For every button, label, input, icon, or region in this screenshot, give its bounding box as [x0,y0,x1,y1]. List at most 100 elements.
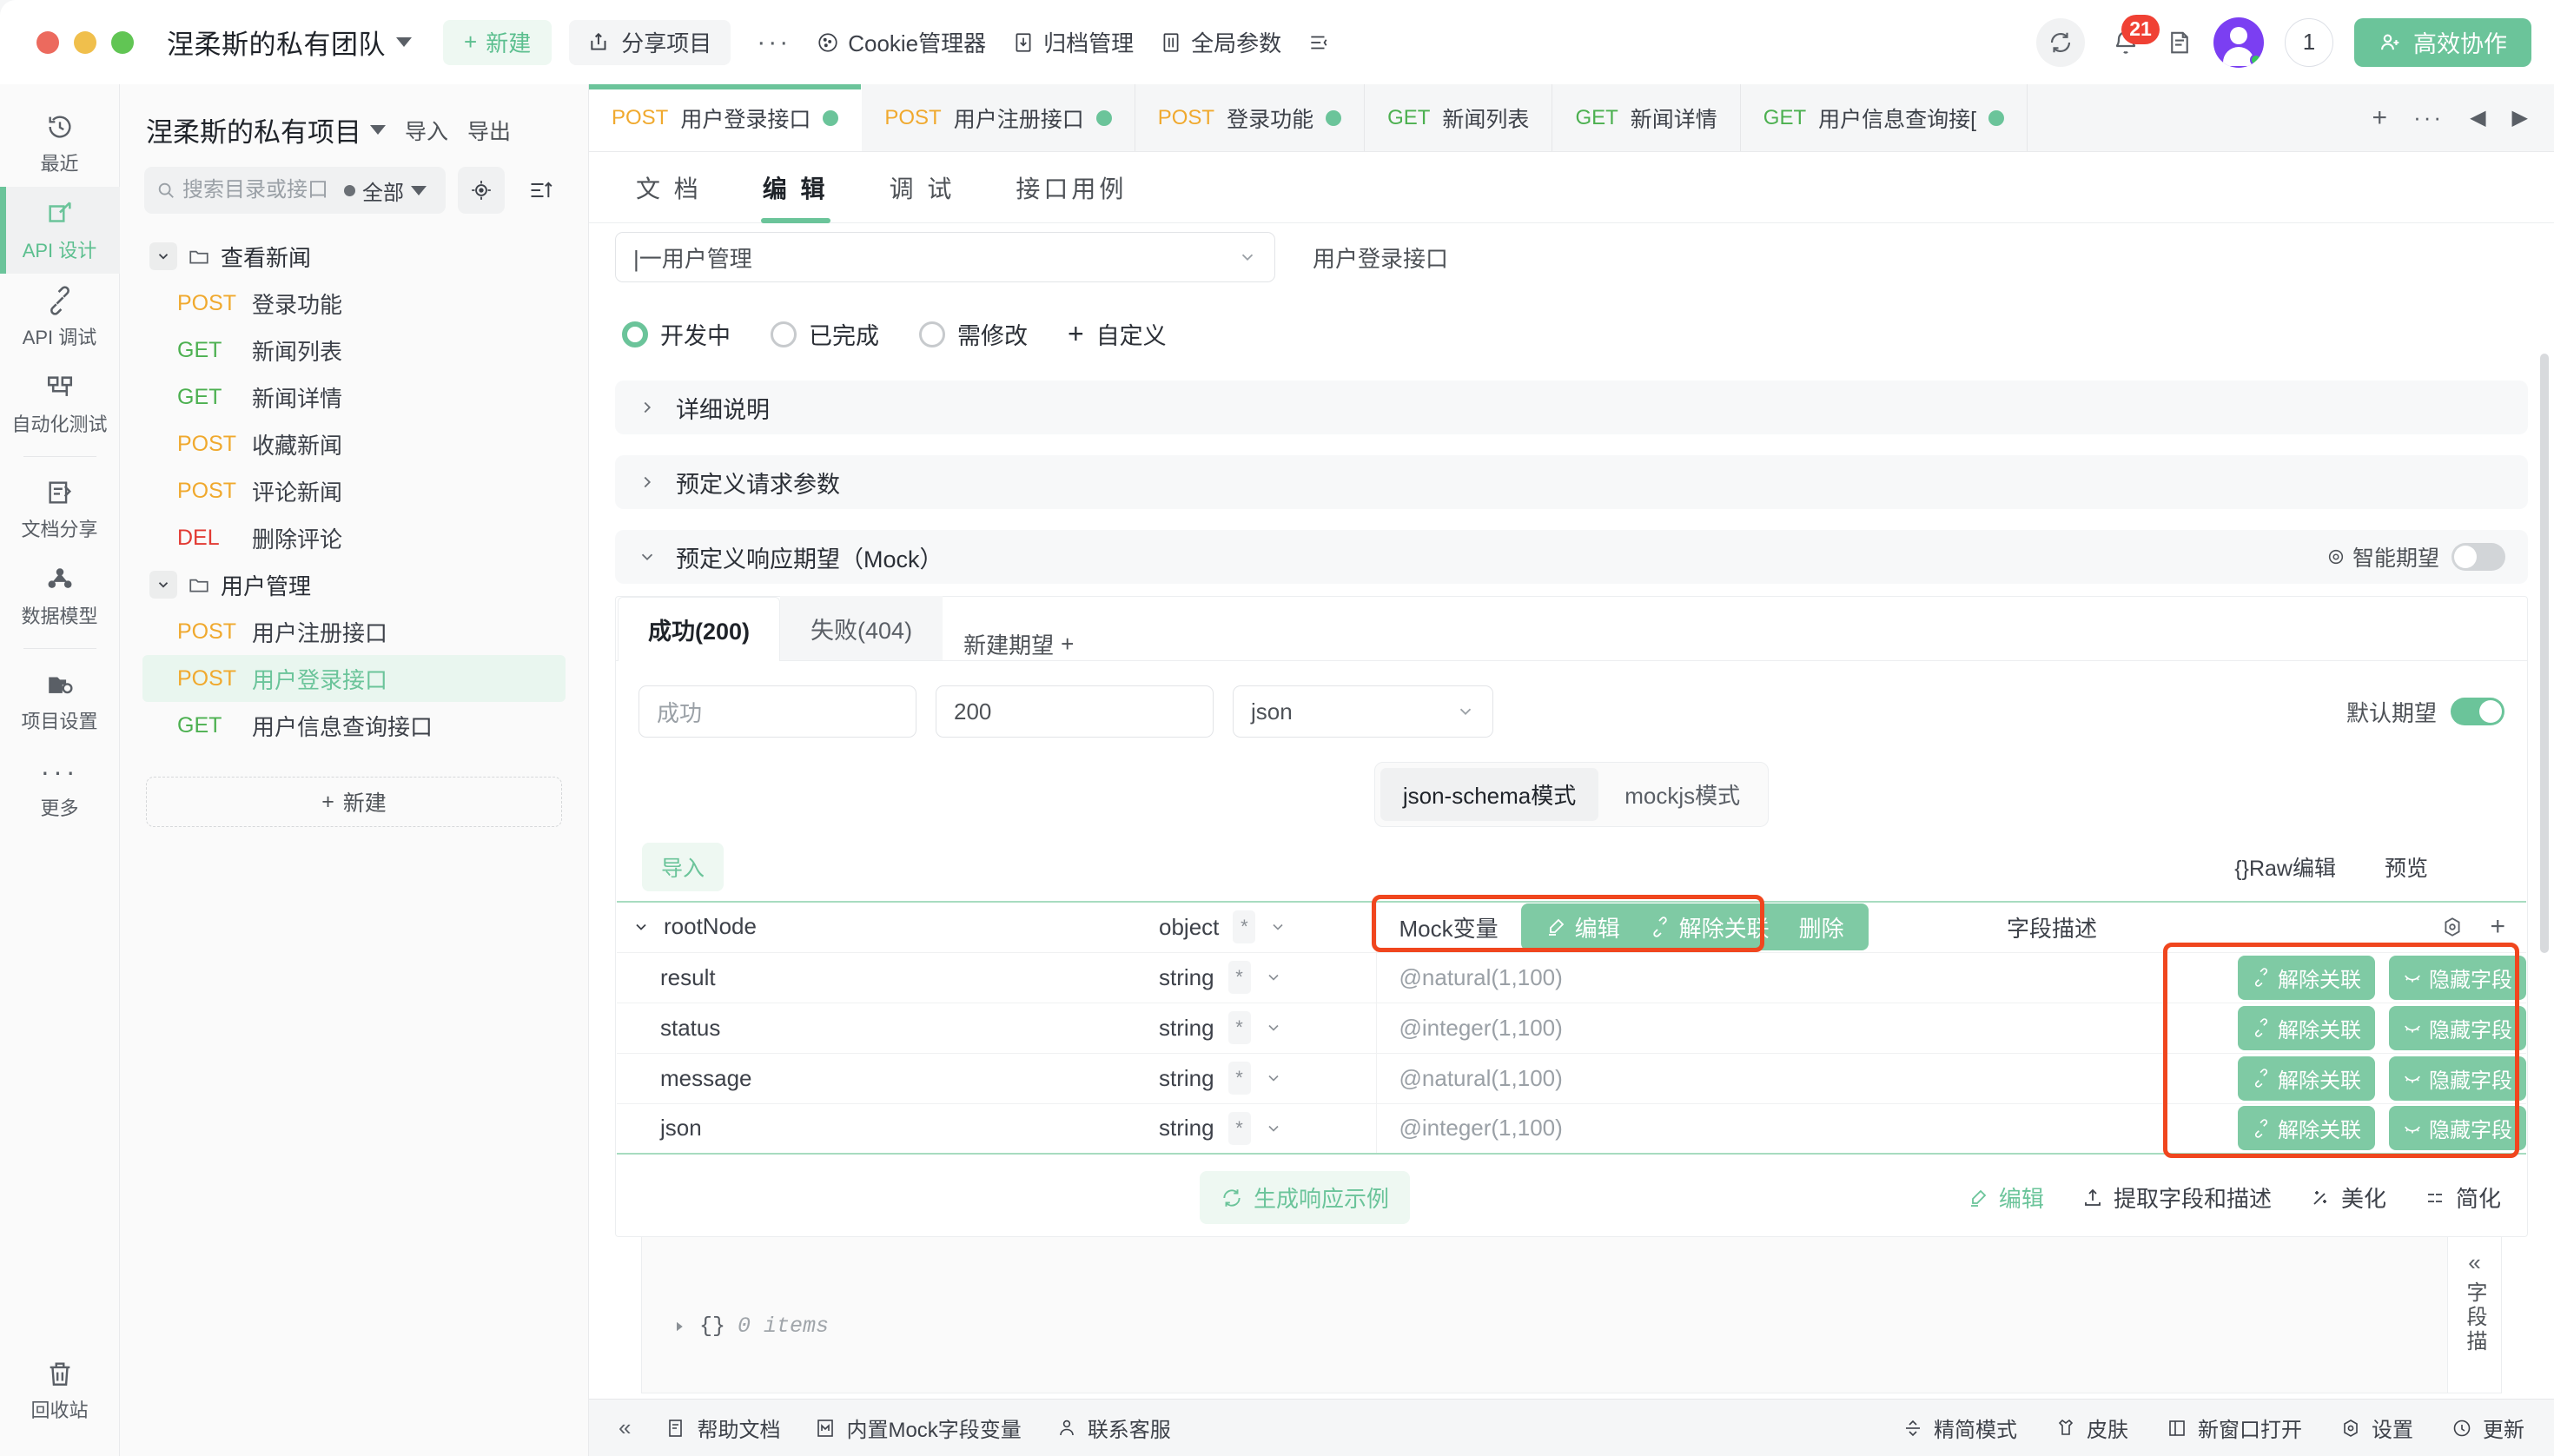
close-button[interactable] [36,31,59,54]
table-row[interactable]: status string * [617,1003,2526,1053]
update-button[interactable]: 更新 [2451,1413,2524,1443]
tab-doc[interactable]: 文 档 [612,152,726,223]
new-window-button[interactable]: 新窗口打开 [2167,1413,2302,1443]
expectation-tab-failure[interactable]: 失败(404) [780,596,943,660]
simplify-button[interactable]: 简化 [2425,1181,2501,1214]
tree-item-news-list[interactable]: GET 新闻列表 [142,327,566,374]
expectation-code-input[interactable]: 200 [936,685,1214,738]
new-button[interactable]: + 新建 [443,20,552,65]
rail-item-api-debug[interactable]: API 调试 [0,274,120,361]
rail-item-doc-share[interactable]: 文档分享 [0,466,120,553]
tab-news-list[interactable]: GET 新闻列表 [1365,84,1552,151]
notifications-button[interactable]: 21 [2106,20,2146,65]
field-desc-cell[interactable]: 解除关联 隐藏字段 [1984,952,2526,1003]
table-row[interactable]: result string * [617,952,2526,1003]
titlebar-more-button[interactable]: ··· [757,28,791,57]
status-radio-completed[interactable]: 已完成 [771,317,879,351]
tree-item-user-info-query[interactable]: GET 用户信息查询接口 [142,702,566,749]
hide-field-button[interactable]: 隐藏字段 [2389,1006,2526,1050]
tab-user-login[interactable]: POST 用户登录接口 [589,84,862,151]
team-switcher[interactable]: 涅柔斯的私有团队 [167,23,412,62]
tree-item-fav-news[interactable]: POST 收藏新闻 [142,420,566,467]
tab-debug[interactable]: 调 试 [865,152,980,223]
field-desc-cell[interactable]: 解除关联 隐藏字段 [1984,1003,2526,1053]
table-row[interactable]: message string * [617,1053,2526,1103]
expectation-name-input[interactable]: 成功 [638,685,916,738]
required-marker[interactable]: * [1233,910,1255,943]
search-box[interactable]: 全部 [144,167,446,214]
tab-usecase[interactable]: 接口用例 [991,152,1151,223]
vertical-scrollbar[interactable] [2540,354,2549,953]
field-name-cell[interactable]: json [617,1103,1159,1154]
tab-user-info-query[interactable]: GET 用户信息查询接[ [1741,84,2028,151]
root-type-cell[interactable]: object * [1159,902,1376,952]
mode-mockjs[interactable]: mockjs模式 [1602,768,1763,821]
root-row-action-bar[interactable]: 编辑 [1521,903,1869,950]
member-count-badge[interactable]: 1 [2285,18,2333,67]
archive-manager-button[interactable]: 归档管理 [1012,26,1134,58]
field-mock-cell[interactable]: @natural(1,100) [1376,1053,1984,1103]
field-desc-cell[interactable]: 解除关联 隐藏字段 [1984,1103,2526,1154]
rail-item-automation-test[interactable]: 自动化测试 [0,361,120,447]
settings-button[interactable]: 设置 [2340,1413,2413,1443]
tree-filter-select[interactable]: 全部 [344,175,427,206]
plus-icon[interactable]: + [2490,912,2505,942]
unlink-button[interactable]: 解除关联 [2238,1056,2375,1101]
tree-item-comment-news[interactable]: POST 评论新闻 [142,467,566,514]
cookie-manager-button[interactable]: Cookie管理器 [817,26,986,58]
field-type-cell[interactable]: string * [1159,952,1376,1003]
required-marker[interactable]: * [1228,1011,1251,1044]
root-delete-button[interactable]: 删除 [1799,911,1844,943]
field-type-cell[interactable]: string * [1159,1003,1376,1053]
compact-mode-button[interactable]: 精简模式 [1902,1413,2017,1443]
contact-service-button[interactable]: 联系客服 [1056,1413,1171,1443]
root-desc-cell[interactable]: 字段描述 + [1984,902,2526,952]
rail-item-data-model[interactable]: 数据模型 [0,553,120,639]
status-radio-needs-change[interactable]: 需修改 [919,317,1028,351]
tree-folder-news[interactable]: 查看新闻 [142,233,566,280]
notes-button[interactable] [2167,29,2193,56]
avatar[interactable] [2213,17,2264,68]
tree-folder-user-mgmt[interactable]: 用户管理 [142,561,566,608]
section-predefined-request-params[interactable]: 预定义请求参数 [615,455,2528,509]
project-switcher[interactable]: 涅柔斯的私有项目 [146,110,386,149]
minimize-button[interactable] [74,31,96,54]
field-type-cell[interactable]: string * [1159,1053,1376,1103]
rail-item-more[interactable]: ··· 更多 [0,745,120,831]
tab-news-detail[interactable]: GET 新闻详情 [1552,84,1740,151]
root-mock-cell[interactable]: Mock变量 [1376,902,1984,952]
tree-item-user-register[interactable]: POST 用户注册接口 [142,608,566,655]
tab-next-button[interactable]: ▶ [2512,105,2528,130]
field-mock-cell[interactable]: @natural(1,100) [1376,952,1984,1003]
smart-expect-toggle[interactable] [2451,543,2505,571]
tab-edit[interactable]: 编 辑 [738,152,853,223]
root-edit-button[interactable]: 编辑 [1545,911,1620,943]
tree-item-delete-comment[interactable]: DEL 删除评论 [142,514,566,561]
tree-item-user-login[interactable]: POST 用户登录接口 [142,655,566,702]
required-marker[interactable]: * [1228,1062,1251,1095]
field-desc-cell[interactable]: 解除关联 隐藏字段 [1984,1053,2526,1103]
rail-item-api-design[interactable]: API 设计 [0,187,120,274]
mock-vars-button[interactable]: 内置Mock字段变量 [815,1413,1021,1443]
chevron-down-icon[interactable] [149,571,177,599]
field-type-cell[interactable]: string * [1159,1103,1376,1154]
tab-login-func[interactable]: POST 登录功能 [1135,84,1365,151]
field-name-cell[interactable]: status [617,1003,1159,1053]
field-mock-cell[interactable]: @integer(1,100) [1376,1103,1984,1154]
unlink-button[interactable]: 解除关联 [2238,956,2375,1000]
hide-field-button[interactable]: 隐藏字段 [2389,1106,2526,1150]
tab-user-register[interactable]: POST 用户注册接口 [862,84,1135,151]
json-root-line[interactable]: {} 0 items [642,1237,829,1393]
double-chevron-left-icon[interactable]: « [2468,1249,2480,1276]
required-marker[interactable]: * [1228,1112,1251,1145]
add-custom-status-button[interactable]: + 自定义 [1068,317,1167,351]
json-edit-button[interactable]: 编辑 [1968,1181,2044,1214]
tree-item-news-detail[interactable]: GET 新闻详情 [142,374,566,420]
extract-fields-button[interactable]: 提取字段和描述 [2082,1181,2272,1214]
search-input[interactable] [182,178,337,202]
global-params-button[interactable]: 全局参数 [1160,26,1281,58]
chevron-right-icon[interactable] [672,1319,687,1334]
unlink-button[interactable]: 解除关联 [2238,1106,2375,1150]
tree-item-login-func[interactable]: POST 登录功能 [142,280,566,327]
chevron-down-icon[interactable] [632,918,650,936]
